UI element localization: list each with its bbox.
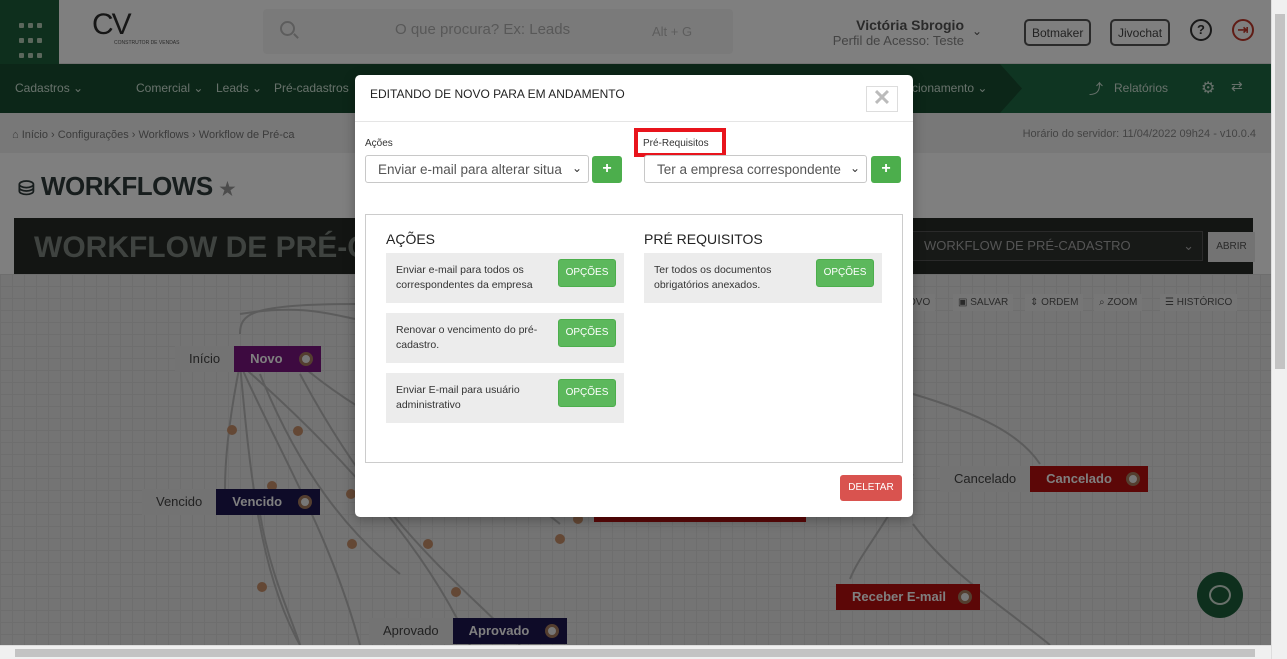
modal-title: EDITANDO DE NOVO PARA EM ANDAMENTO xyxy=(370,87,625,101)
vertical-scrollbar[interactable] xyxy=(1271,0,1287,659)
chevron-down-icon: ⌄ xyxy=(847,161,860,175)
prereq-title: PRÉ REQUISITOS xyxy=(644,231,763,247)
acoes-title: AÇÕES xyxy=(386,231,436,247)
edit-transition-modal: EDITANDO DE NOVO PARA EM ANDAMENTO ✕ Açõ… xyxy=(355,75,913,517)
acao-text: Renovar o vencimento do pré-cadastro. xyxy=(396,324,538,351)
acoes-label: Ações xyxy=(365,138,393,149)
prereq-text: Ter todos os documentos obrigatórios ane… xyxy=(654,264,772,291)
delete-button[interactable]: DELETAR xyxy=(840,475,902,501)
options-button[interactable]: OPÇÕES xyxy=(558,379,616,407)
chevron-down-icon: ⌄ xyxy=(569,161,582,175)
acao-card: Enviar E-mail para usuário administrativ… xyxy=(386,373,624,423)
acoes-select-value: Enviar e-mail para alterar situa xyxy=(378,162,562,177)
horizontal-scrollbar[interactable] xyxy=(0,645,1271,659)
options-button[interactable]: OPÇÕES xyxy=(558,319,616,347)
prereq-select[interactable]: Ter a empresa correspondente ⌄ xyxy=(644,155,867,183)
modal-panel: AÇÕES PRÉ REQUISITOS Enviar e-mail para … xyxy=(365,214,903,463)
modal-header: EDITANDO DE NOVO PARA EM ANDAMENTO ✕ xyxy=(355,75,913,122)
prereq-label: Pré-Requisitos xyxy=(643,138,709,149)
options-button[interactable]: OPÇÕES xyxy=(816,259,874,287)
add-acao-button[interactable]: + xyxy=(592,156,622,183)
acao-text: Enviar e-mail para todos os corresponden… xyxy=(396,264,533,291)
acao-card: Enviar e-mail para todos os corresponden… xyxy=(386,253,624,303)
options-button[interactable]: OPÇÕES xyxy=(558,259,616,287)
close-icon[interactable]: ✕ xyxy=(866,86,898,112)
acao-card: Renovar o vencimento do pré-cadastro. OP… xyxy=(386,313,624,363)
add-prereq-button[interactable]: + xyxy=(871,156,901,183)
acoes-select[interactable]: Enviar e-mail para alterar situa ⌄ xyxy=(365,155,589,183)
prereq-card: Ter todos os documentos obrigatórios ane… xyxy=(644,253,882,303)
acao-text: Enviar E-mail para usuário administrativ… xyxy=(396,384,520,411)
prereq-select-value: Ter a empresa correspondente xyxy=(657,162,841,177)
